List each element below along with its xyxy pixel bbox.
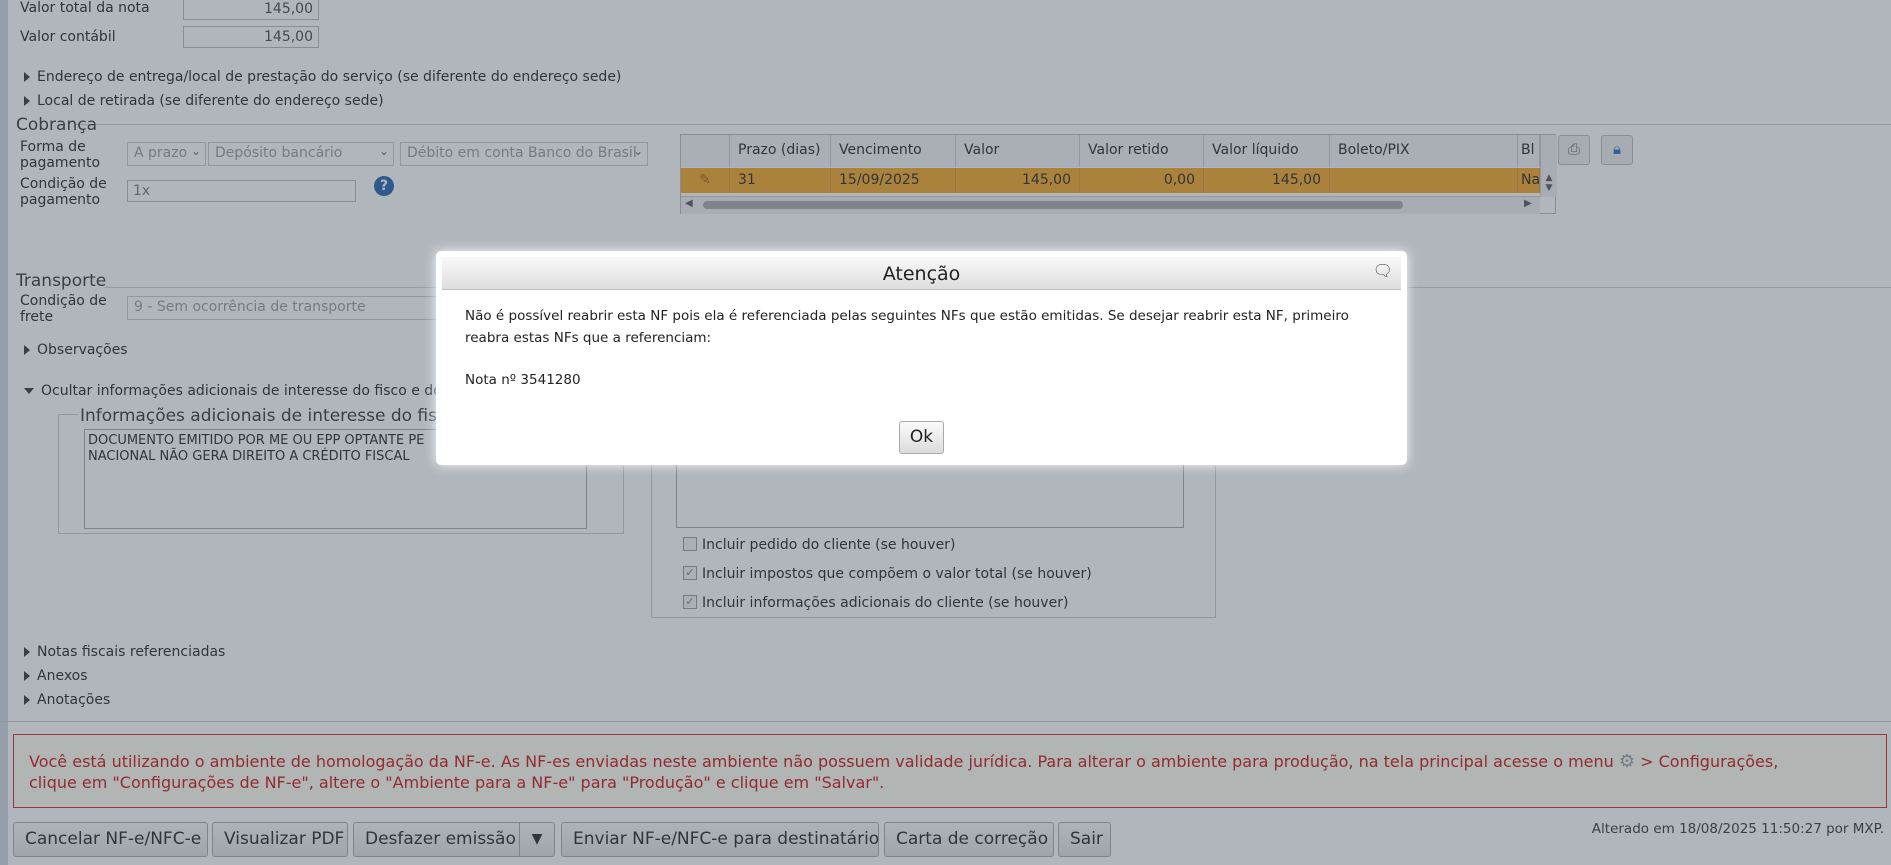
comment-icon[interactable]: 🗨︎ xyxy=(1373,261,1393,280)
dialog-message-text: Não é possível reabrir esta NF pois ela … xyxy=(465,308,1349,346)
ok-button[interactable]: Ok xyxy=(899,421,944,454)
dialog-title: Atenção xyxy=(442,257,1401,290)
dialog-note: Nota nº 3541280 xyxy=(465,372,581,388)
atencao-dialog: Atenção 🗨︎ Não é possível reabrir esta N… xyxy=(436,251,1407,465)
dialog-message: Não é possível reabrir esta NF pois ela … xyxy=(465,305,1391,391)
